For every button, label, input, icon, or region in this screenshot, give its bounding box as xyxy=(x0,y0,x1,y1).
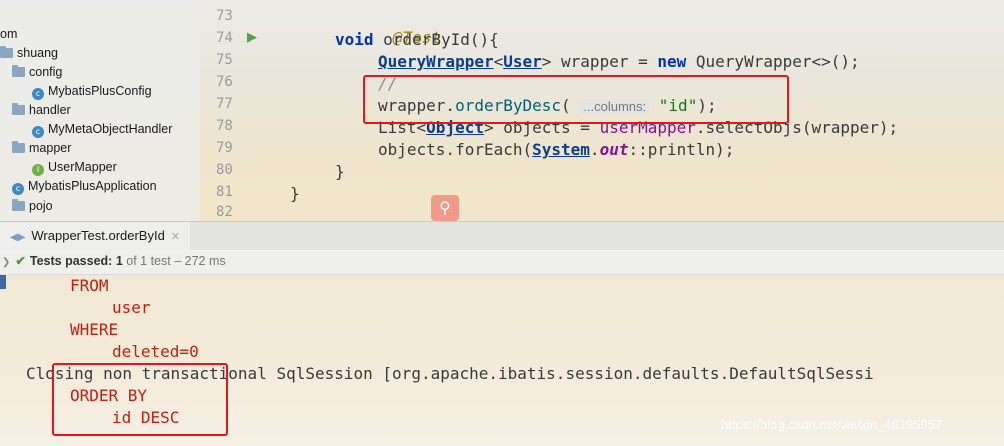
check-icon: ✔ xyxy=(15,254,26,268)
status-label: Tests passed: xyxy=(29,254,113,268)
search-icon[interactable]: ⚲ xyxy=(431,195,459,221)
code-line-81: } xyxy=(290,184,300,203)
close-icon[interactable]: ✕ xyxy=(171,231,180,243)
chevron-right-icon[interactable]: ❯ xyxy=(2,257,10,268)
code-line-73: @Test xyxy=(392,28,441,47)
highlight-annotation-box xyxy=(52,363,228,436)
status-detail: of 1 test – 272 ms xyxy=(126,254,226,268)
console-line: deleted=0 xyxy=(112,342,199,361)
code-line-75: QueryWrapper<User> wrapper = new QueryWr… xyxy=(378,52,860,71)
code-line-79: objects.forEach(System.out::println); xyxy=(378,140,735,159)
run-config-icon: ◀▶ xyxy=(10,232,26,243)
tab-wrappertest-orderbyid[interactable]: ◀▶ WrapperTest.orderById ✕ xyxy=(0,222,191,250)
highlight-annotation-box xyxy=(363,75,789,124)
watermark: https://blog.csdn.net/weixin_46195957 xyxy=(721,417,943,432)
code-line-80: } xyxy=(335,162,345,181)
console-line: FROM xyxy=(70,276,109,295)
editor-area: om shuang config c MybatisPlusConfig hand… xyxy=(0,0,1004,221)
console-line: user xyxy=(112,298,151,317)
run-tab-bar: ◀▶ WrapperTest.orderById ✕ xyxy=(0,221,1004,251)
console-gutter-marker xyxy=(0,275,6,289)
console-line: WHERE xyxy=(70,320,119,339)
status-count: 1 xyxy=(115,254,123,268)
test-status-bar: ❯ ✔ Tests passed: 1 of 1 test – 272 ms xyxy=(0,250,1004,275)
code-line-74: void orderById(){ xyxy=(335,30,499,49)
